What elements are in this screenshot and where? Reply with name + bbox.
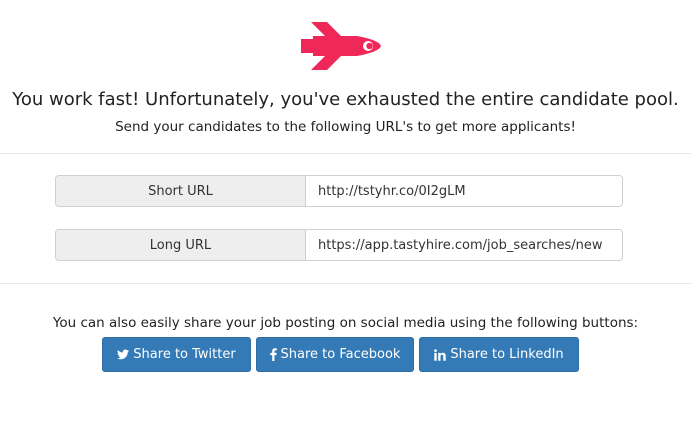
facebook-icon bbox=[269, 348, 277, 361]
short-url-label: Short URL bbox=[56, 176, 306, 206]
share-buttons: Share to Twitter Share to Facebook Share… bbox=[102, 337, 579, 372]
headline: You work fast! Unfortunately, you've exh… bbox=[12, 89, 679, 110]
divider-bottom bbox=[0, 283, 691, 284]
share-instructions: You can also easily share your job posti… bbox=[52, 315, 639, 331]
long-url-row: Long URL https://app.tastyhire.com/job_s… bbox=[55, 229, 623, 261]
subheadline: Send your candidates to the following UR… bbox=[115, 119, 576, 135]
share-linkedin-button[interactable]: Share to LinkedIn bbox=[419, 337, 579, 372]
long-url-field[interactable]: https://app.tastyhire.com/job_searches/n… bbox=[306, 230, 622, 260]
share-linkedin-label: Share to LinkedIn bbox=[450, 347, 564, 362]
linkedin-icon bbox=[434, 348, 447, 361]
share-facebook-label: Share to Facebook bbox=[280, 347, 401, 362]
share-twitter-button[interactable]: Share to Twitter bbox=[102, 337, 251, 372]
short-url-row: Short URL http://tstyhr.co/0I2gLM bbox=[55, 175, 623, 207]
share-twitter-label: Share to Twitter bbox=[133, 347, 236, 362]
short-url-field[interactable]: http://tstyhr.co/0I2gLM bbox=[306, 176, 622, 206]
twitter-icon bbox=[117, 349, 130, 360]
page: You work fast! Unfortunately, you've exh… bbox=[0, 0, 691, 442]
long-url-label: Long URL bbox=[56, 230, 306, 260]
hero-section: You work fast! Unfortunately, you've exh… bbox=[0, 0, 691, 154]
divider-top bbox=[0, 153, 691, 154]
share-facebook-button[interactable]: Share to Facebook bbox=[256, 337, 414, 372]
rocket-icon bbox=[301, 22, 381, 70]
